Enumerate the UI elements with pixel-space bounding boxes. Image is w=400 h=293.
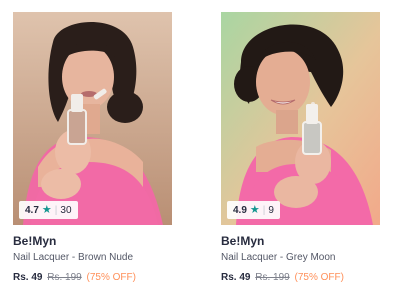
rating-count: 30	[60, 204, 72, 216]
product-image[interactable]: 4.7 ★ | 30	[13, 12, 172, 225]
rating-separator: |	[262, 204, 266, 216]
product-name: Nail Lacquer - Brown Nude	[13, 252, 134, 263]
price-row: Rs. 49 Rs. 199 (75% OFF)	[221, 271, 380, 285]
product-mrp: Rs. 199	[47, 272, 82, 283]
product-image[interactable]: 4.9 ★ | 9	[221, 12, 380, 225]
product-meta: Be!Myn Nail Lacquer - Brown Nude Rs. 49 …	[13, 225, 172, 285]
product-price: Rs. 49	[13, 272, 43, 283]
price-row: Rs. 49 Rs. 199 (75% OFF)	[13, 271, 172, 285]
product-discount: (75% OFF)	[86, 272, 136, 283]
product-brand: Be!Myn	[221, 234, 265, 248]
product-discount: (75% OFF)	[294, 272, 344, 283]
rating-value: 4.7	[25, 204, 39, 216]
star-icon: ★	[41, 203, 52, 216]
product-card[interactable]: 4.7 ★ | 30 Be!Myn Nail Lacquer - Brown N…	[13, 12, 172, 285]
product-brand: Be!Myn	[13, 234, 57, 248]
model-photo	[221, 12, 380, 225]
product-mrp: Rs. 199	[255, 272, 290, 283]
product-price: Rs. 49	[221, 272, 251, 283]
rating-value: 4.9	[233, 204, 247, 216]
product-card[interactable]: 4.9 ★ | 9 Be!Myn Nail Lacquer - Grey Moo…	[221, 12, 380, 285]
product-name: Nail Lacquer - Grey Moon	[221, 252, 336, 263]
rating-separator: |	[54, 204, 58, 216]
rating-badge: 4.9 ★ | 9	[227, 201, 280, 219]
star-icon: ★	[249, 203, 260, 216]
product-meta: Be!Myn Nail Lacquer - Grey Moon Rs. 49 R…	[221, 225, 380, 285]
model-photo	[13, 12, 172, 225]
rating-count: 9	[268, 204, 274, 216]
product-grid: 4.7 ★ | 30 Be!Myn Nail Lacquer - Brown N…	[0, 0, 400, 293]
rating-badge: 4.7 ★ | 30	[19, 201, 78, 219]
